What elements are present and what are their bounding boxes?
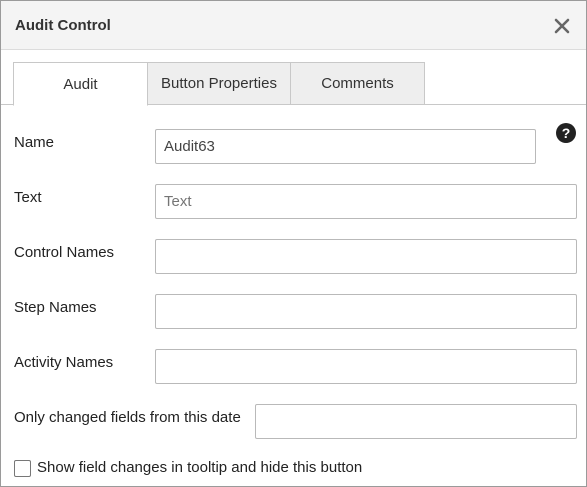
text-label: Text — [14, 189, 42, 206]
tooltip-checkbox-label: Show field changes in tooltip and hide t… — [37, 459, 363, 476]
tab-button-properties[interactable]: Button Properties — [147, 62, 291, 105]
activity-names-label: Activity Names — [14, 354, 114, 371]
tab-button-properties-label: Button Properties — [161, 75, 277, 92]
tab-comments[interactable]: Comments — [290, 62, 425, 105]
activity-names-input[interactable] — [155, 349, 577, 384]
tab-comments-label: Comments — [321, 75, 394, 92]
changed-date-input[interactable] — [255, 404, 577, 439]
text-input[interactable] — [155, 184, 577, 219]
tooltip-checkbox[interactable] — [14, 460, 31, 477]
tab-audit[interactable]: Audit — [13, 62, 148, 106]
control-names-input[interactable] — [155, 239, 577, 274]
step-names-input[interactable] — [155, 294, 577, 329]
close-icon[interactable] — [551, 15, 573, 37]
help-icon[interactable]: ? — [556, 123, 576, 143]
name-input[interactable] — [155, 129, 536, 164]
dialog-title: Audit Control — [15, 17, 111, 34]
changed-date-label: Only changed fields from this date — [14, 409, 241, 426]
audit-control-dialog: Audit Control Audit Button Properties Co… — [0, 0, 587, 487]
name-label: Name — [14, 134, 55, 151]
tab-audit-label: Audit — [63, 75, 98, 93]
step-names-label: Step Names — [14, 299, 97, 316]
dialog-titlebar: Audit Control — [1, 1, 586, 50]
control-names-label: Control Names — [14, 244, 115, 261]
